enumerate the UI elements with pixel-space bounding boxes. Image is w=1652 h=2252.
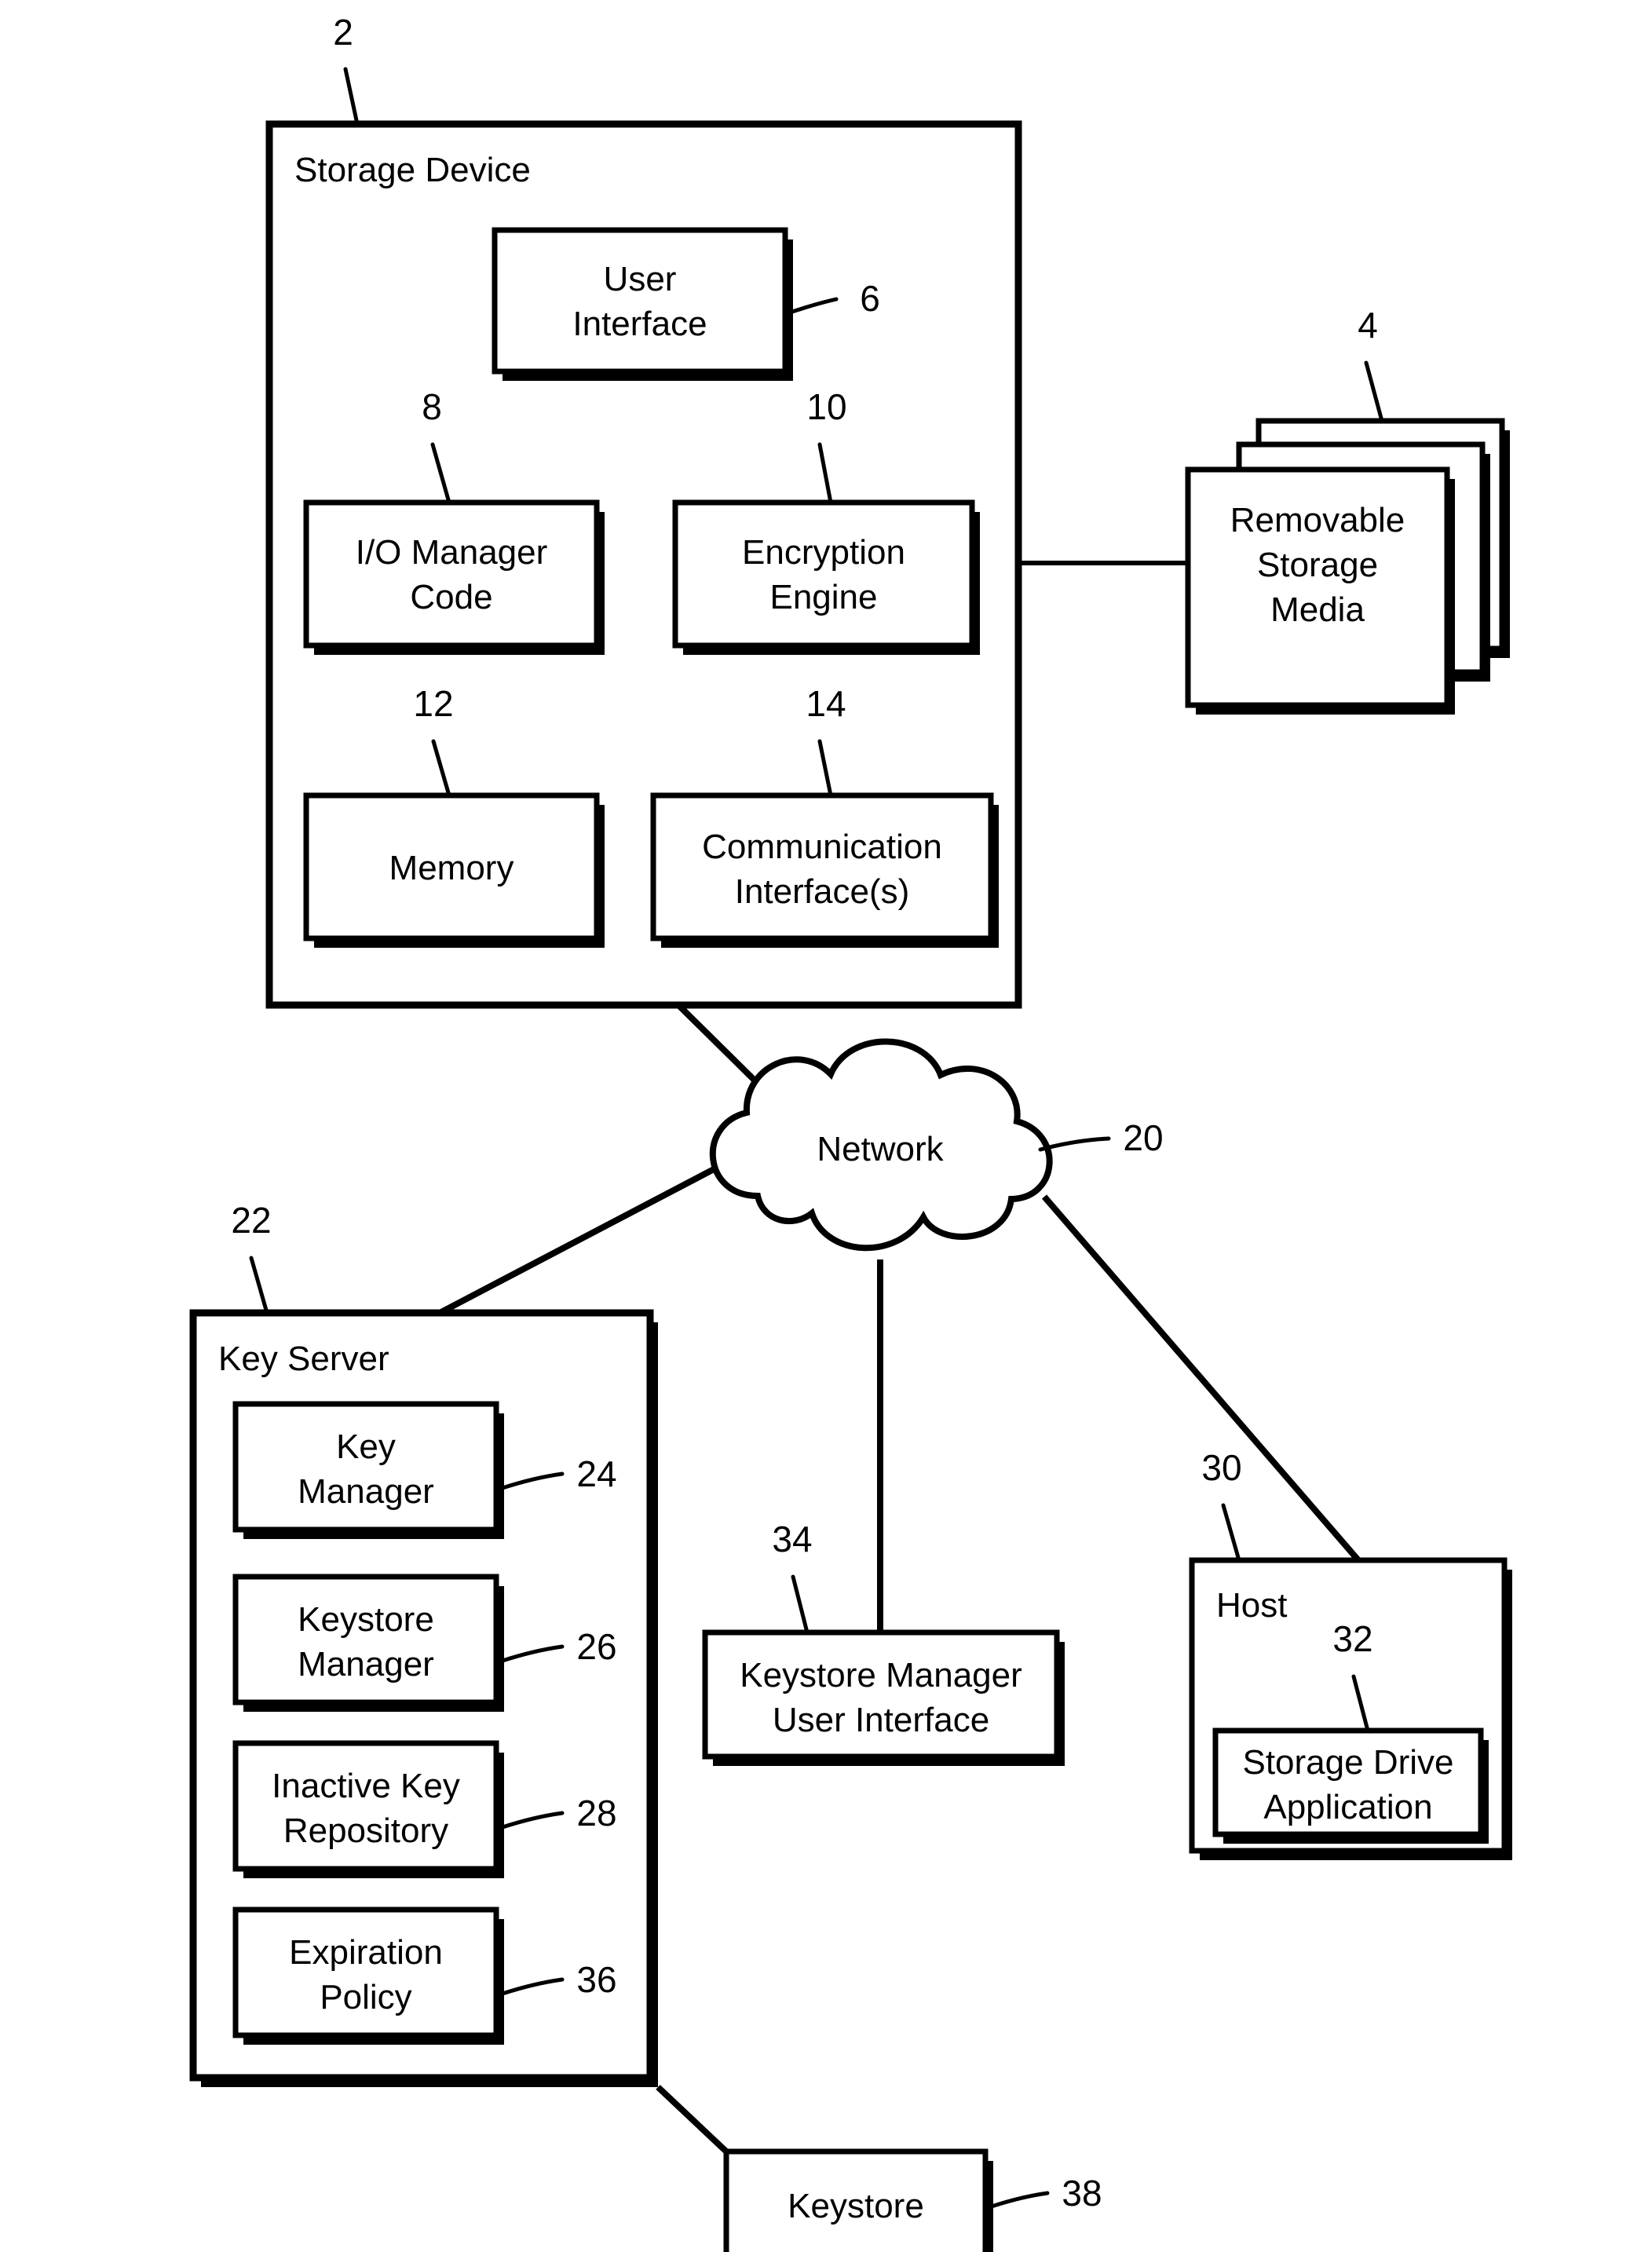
ref-label-10: 10 [806, 386, 846, 427]
host-title: Host [1216, 1586, 1287, 1625]
removable-media-label-line1: Removable [1230, 501, 1405, 539]
storage-drive-application-label-line2: Application [1263, 1788, 1432, 1826]
inactive-key-repository-label-line1: Inactive Key [272, 1767, 460, 1805]
keystore-manager-ui-label-line1: Keystore Manager [740, 1656, 1022, 1694]
expiration-policy-label-line2: Policy [320, 1978, 411, 2016]
diagram-canvas: Storage Device 2 User Interface 6 I/O Ma… [189, 12, 1512, 2252]
key-manager-label-line1: Key [336, 1428, 396, 1466]
ref-label-4: 4 [1358, 305, 1378, 345]
keystore-manager-label-line2: Manager [298, 1645, 434, 1684]
leader-ref-38 [985, 2191, 1050, 2210]
ref-label-30: 30 [1201, 1447, 1241, 1488]
encryption-engine-fill [675, 503, 972, 645]
ref-label-36: 36 [576, 1959, 616, 2000]
ref-label-32: 32 [1332, 1618, 1372, 1659]
patent-figure: Storage Device 2 User Interface 6 I/O Ma… [0, 0, 1652, 2252]
keystore-box: Keystore 38 [723, 2148, 1102, 2252]
removable-storage-media-stack: Removable Storage Media 4 [1185, 305, 1510, 715]
ref-label-28: 28 [576, 1793, 616, 1833]
leader-ref-10 [817, 442, 833, 505]
keystore-manager-ui-box: Keystore Manager User Interface 34 [702, 1519, 1065, 1766]
keystore-manager-fill [236, 1577, 496, 1702]
communication-interface-box: Communication Interface(s) 14 [650, 683, 999, 948]
communication-interface-label-line1: Communication [702, 828, 942, 866]
leader-ref-14 [817, 739, 833, 798]
key-server-title: Key Server [218, 1340, 389, 1378]
memory-label: Memory [389, 849, 514, 887]
ref-label-8: 8 [422, 386, 442, 427]
keystore-manager-label-line1: Keystore [298, 1600, 434, 1639]
keystore-manager-ui-label-line2: User Interface [773, 1701, 989, 1739]
leader-ref-2 [343, 67, 360, 126]
storage-drive-application-label-line1: Storage Drive [1242, 1743, 1453, 1782]
io-manager-code-box: I/O Manager Code 8 [303, 386, 605, 655]
ref-label-22: 22 [231, 1200, 271, 1241]
connector-network-to-host [1041, 1194, 1361, 1563]
leader-ref-30 [1221, 1503, 1241, 1563]
ref-label-38: 38 [1062, 2173, 1102, 2214]
communication-interface-label-line2: Interface(s) [735, 872, 910, 911]
leader-ref-22 [249, 1256, 269, 1315]
leader-ref-34 [791, 1574, 810, 1635]
user-interface-label-line2: Interface [572, 305, 707, 343]
ref-label-20: 20 [1123, 1117, 1163, 1158]
host-block: Host 30 Storage Drive Application 32 [1189, 1447, 1512, 1860]
ref-label-24: 24 [576, 1453, 616, 1494]
key-server-block: Key Server 22 Key Manager 24 Keystore Ma… [189, 1200, 658, 2087]
ref-label-12: 12 [413, 683, 453, 724]
inactive-key-repository-fill [236, 1743, 496, 1869]
encryption-engine-box: Encryption Engine 10 [672, 386, 980, 655]
ref-label-6: 6 [860, 278, 880, 319]
ref-label-2: 2 [333, 12, 353, 53]
network-cloud: Network 20 [709, 1038, 1164, 1252]
network-label: Network [817, 1130, 944, 1168]
storage-device-title: Storage Device [294, 151, 531, 189]
storage-device-block: Storage Device 2 User Interface 6 I/O Ma… [265, 12, 1022, 1009]
removable-media-label-line2: Storage [1257, 546, 1378, 584]
user-interface-fill [495, 230, 785, 371]
keystore-label: Keystore [788, 2187, 924, 2225]
io-manager-code-label-line2: Code [410, 578, 492, 616]
encryption-engine-label-line2: Engine [769, 578, 877, 616]
connector-keyserver-to-network [438, 1164, 718, 1316]
leader-ref-8 [430, 442, 451, 505]
key-manager-label-line2: Manager [298, 1472, 434, 1511]
expiration-policy-label-line1: Expiration [289, 1933, 443, 1972]
encryption-engine-label-line1: Encryption [742, 533, 905, 572]
communication-interface-fill [653, 795, 991, 938]
leader-ref-20 [1038, 1136, 1111, 1152]
ref-label-14: 14 [806, 683, 846, 724]
expiration-policy-fill [236, 1910, 496, 2035]
connector-keyserver-to-keystore [656, 2085, 729, 2154]
inactive-key-repository-label-line2: Repository [283, 1811, 448, 1850]
user-interface-box: User Interface 6 [492, 227, 880, 381]
ref-label-26: 26 [576, 1626, 616, 1667]
io-manager-code-label-line1: I/O Manager [356, 533, 548, 572]
memory-box: Memory 12 [303, 683, 605, 948]
io-manager-code-fill [306, 503, 597, 645]
leader-ref-12 [431, 739, 451, 798]
key-manager-fill [236, 1404, 496, 1530]
leader-ref-4 [1364, 360, 1384, 423]
user-interface-label-line1: User [604, 260, 677, 298]
ref-label-34: 34 [772, 1519, 812, 1559]
removable-media-label-line3: Media [1270, 590, 1365, 629]
